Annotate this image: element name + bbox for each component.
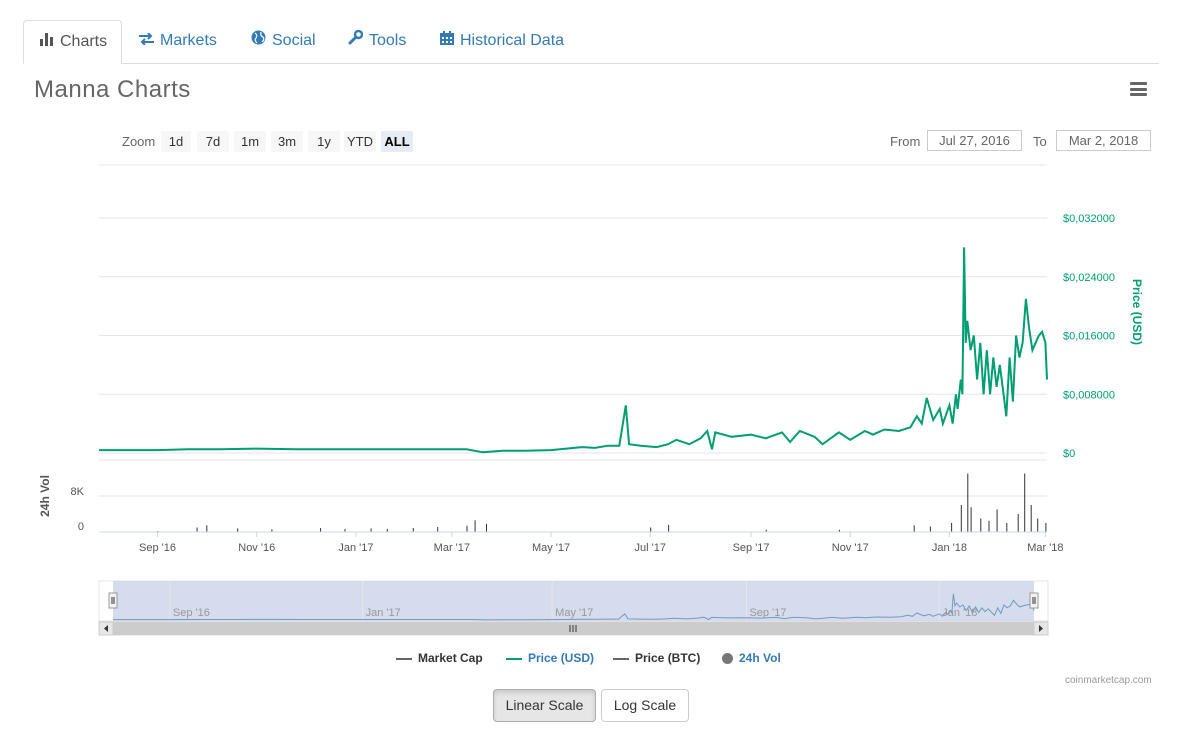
grid-lines [99, 164, 1047, 454]
volume-bar [929, 526, 931, 532]
volume-bar [486, 523, 487, 532]
volume-bar [474, 520, 476, 532]
x-tick-label: Sep '16 [139, 542, 176, 554]
volume-bar [237, 528, 239, 532]
x-tick-label: Jan '18 [932, 542, 967, 554]
legend-price-btc[interactable]: Price (BTC) [613, 651, 700, 665]
volume-bar [437, 527, 439, 532]
x-tick-label: Jan '17 [338, 542, 373, 554]
volume-bar [1045, 523, 1047, 532]
x-tick-label: Mar '17 [434, 542, 470, 554]
legend-circle-icon [722, 653, 733, 665]
y-tick-label: $0,016000 [1063, 331, 1115, 343]
volume-bar [206, 525, 208, 533]
volume-bar [913, 525, 915, 533]
volume-bars [157, 473, 1047, 533]
volume-bar [320, 528, 322, 532]
volume-bar [988, 520, 990, 533]
x-tick-label: Nov '17 [832, 542, 869, 554]
volume-bar [960, 505, 962, 532]
navigator-right-handle[interactable] [1029, 592, 1039, 609]
y-axis-right-label: Price (USD) [1130, 279, 1144, 345]
price-usd-series-line [99, 247, 1048, 454]
volume-bar [1017, 514, 1019, 532]
y-tick-label: $0,024000 [1063, 272, 1115, 284]
legend-line-icon [396, 657, 412, 660]
navigator[interactable]: Sep '16 Jan '17 May '17 Sep '17 Jan '18 [98, 580, 1049, 622]
x-axis-ticks: Sep '16 Nov '16 Jan '17 Mar '17 May '17 Jul '… [139, 532, 1064, 554]
navigator-tick-label: Jan '18 [942, 607, 977, 619]
volume-bar [370, 528, 372, 532]
y-axis-right-ticks: $0 $0,008000 $0,016000 $0,024000 $0,032000 [1063, 213, 1115, 460]
volume-bar [668, 524, 670, 532]
volume-bar [650, 527, 652, 532]
volume-bar [980, 518, 982, 532]
volume-bar [196, 527, 198, 532]
navigator-tick-label: Jan '17 [366, 607, 401, 619]
volume-tick-0: 0 [78, 521, 84, 533]
volume-bar [970, 507, 972, 533]
x-tick-label: Sep '17 [733, 542, 770, 554]
volume-grid-lines [99, 459, 1047, 497]
legend-line-icon [613, 657, 629, 660]
navigator-scrollbar[interactable] [98, 621, 1049, 636]
price-chart: Sep '16 Nov '16 Jan '17 Mar '17 May '17 Jul '… [38, 164, 1144, 636]
y-tick-label: $0 [1063, 448, 1075, 460]
y-tick-label: $0,008000 [1063, 389, 1115, 401]
navigator-tick-label: Sep '17 [749, 607, 786, 619]
legend-market-cap[interactable]: Market Cap [396, 651, 483, 665]
volume-bar [1006, 523, 1008, 532]
navigator-tick-label: May '17 [555, 607, 593, 619]
volume-bar [412, 528, 414, 532]
chart-credit[interactable]: coinmarketcap.com [1065, 675, 1152, 686]
y-tick-label: $0,032000 [1063, 213, 1115, 225]
navigator-left-handle[interactable] [108, 592, 118, 609]
x-tick-label: Jul '17 [635, 542, 666, 554]
legend-price-usd[interactable]: Price (USD) [506, 651, 594, 665]
volume-axis-label: 24h Vol [38, 475, 52, 517]
navigator-tick-label: Sep '16 [173, 607, 210, 619]
volume-bar [951, 523, 953, 532]
log-scale-button[interactable]: Log Scale [601, 689, 689, 722]
volume-bar [1024, 473, 1026, 532]
volume-bar [1030, 505, 1032, 532]
legend-24h-vol[interactable]: 24h Vol [722, 651, 781, 665]
x-tick-label: May '17 [532, 542, 570, 554]
linear-scale-button[interactable]: Linear Scale [493, 689, 596, 722]
x-tick-label: Mar '18 [1027, 542, 1063, 554]
volume-bar [967, 473, 969, 532]
volume-bar [1037, 518, 1039, 532]
volume-tick-8k: 8K [71, 486, 85, 498]
legend-line-icon [506, 657, 522, 660]
x-tick-label: Nov '16 [238, 542, 275, 554]
volume-bar [466, 525, 468, 532]
volume-bar [996, 509, 998, 532]
